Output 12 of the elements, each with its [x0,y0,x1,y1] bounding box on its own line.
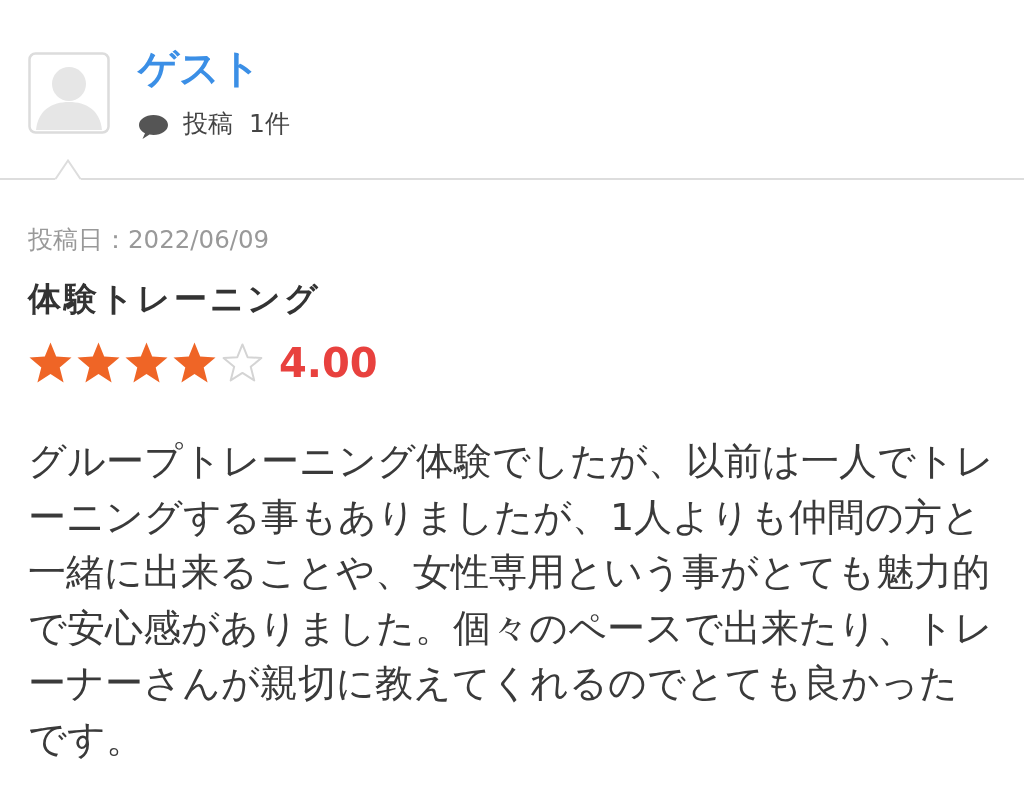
user-name-link[interactable]: ゲスト [138,42,261,94]
post-count: 1件 [249,108,290,140]
filled-star-icon [28,341,73,385]
rating-score: 4.00 [279,339,378,387]
filled-star-icon [124,341,169,385]
filled-star-icon [76,341,121,385]
filled-star-icon [172,341,217,385]
speech-bubble-icon [138,114,169,140]
post-date: 投稿日：2022/06/09 [28,224,270,256]
post-label: 投稿 [183,108,233,140]
review-body: グループトレーニング体験でしたが、以前は一人でトレーニングする事もありましたが、1人よりも仲間の方と一緒に出来ることや、女性専用という事がとても魅力的で安心感がありました。個々のペースで出来たり、トレーナーさんが親切に教えてくれるのでとても良かったです。 [28,438,994,763]
review-title: 体験トレーニング [28,279,321,319]
